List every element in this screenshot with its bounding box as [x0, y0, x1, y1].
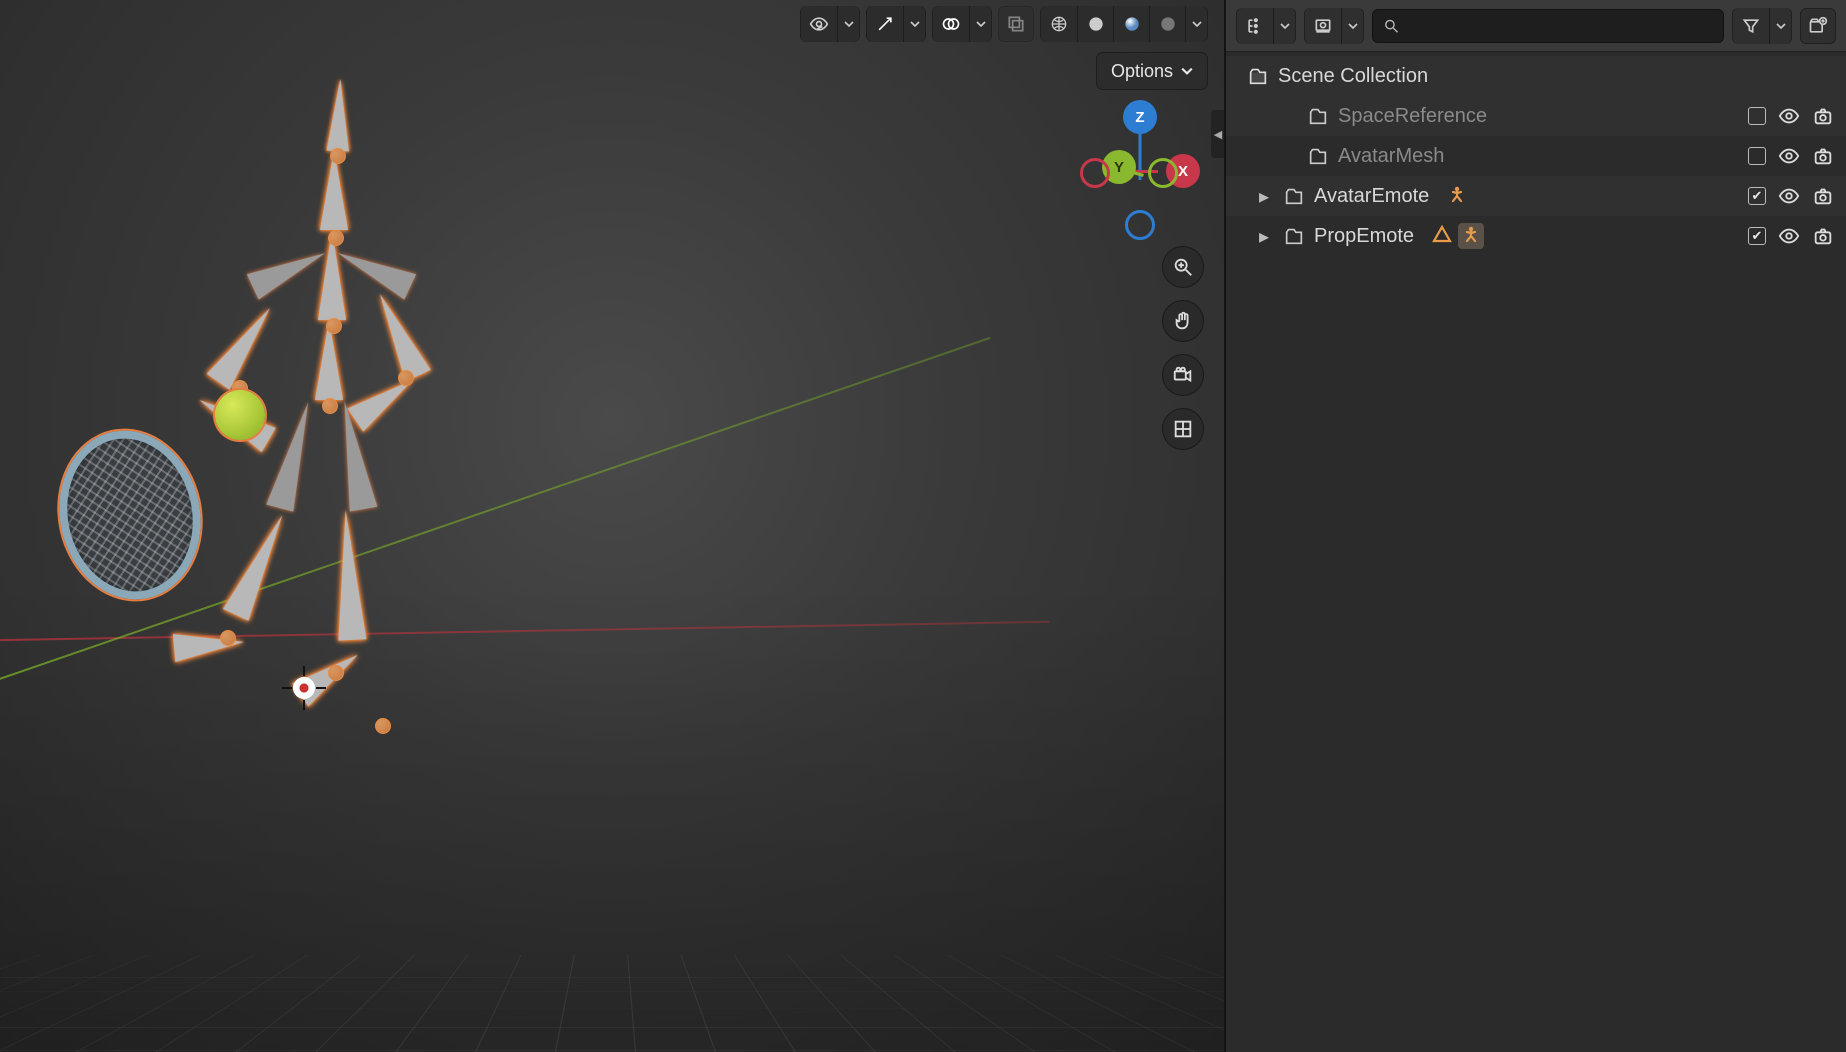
visibility-toggle[interactable] — [1778, 145, 1800, 167]
collection-icon — [1282, 185, 1306, 207]
disclosure-triangle[interactable]: ▸ — [1254, 184, 1274, 209]
gizmo-axis-neg-y[interactable] — [1148, 158, 1178, 188]
outliner-item-row[interactable]: SpaceReference — [1226, 96, 1846, 136]
shading-wireframe-button[interactable] — [1041, 6, 1077, 42]
outliner-panel: Scene Collection SpaceReference AvatarMes… — [1224, 0, 1846, 1052]
gizmo-axis-neg-z[interactable] — [1125, 210, 1155, 240]
outliner-view-dropdown[interactable] — [1341, 8, 1363, 44]
collection-icon — [1306, 145, 1330, 167]
gizmo-toggle-button[interactable] — [867, 6, 903, 42]
outliner-root-label: Scene Collection — [1278, 65, 1428, 88]
viewport-options-button[interactable]: Options — [1096, 52, 1208, 90]
object-type-icons — [1445, 184, 1469, 208]
disclosure-triangle[interactable]: ▸ — [1254, 224, 1274, 249]
visibility-toggle[interactable] — [1778, 225, 1800, 247]
outliner-item-row[interactable]: ▸ AvatarEmote — [1226, 176, 1846, 216]
render-toggle[interactable] — [1812, 145, 1834, 167]
outliner-item-label: PropEmote — [1314, 225, 1414, 248]
options-label: Options — [1111, 61, 1173, 82]
shading-mode-group — [1040, 6, 1208, 42]
outliner-item-label: AvatarEmote — [1314, 185, 1429, 208]
render-toggle[interactable] — [1812, 225, 1834, 247]
shading-material-button[interactable] — [1113, 6, 1149, 42]
outliner-filter-button[interactable] — [1733, 8, 1769, 44]
armature-icon — [1458, 223, 1484, 249]
armature-icon — [1445, 184, 1469, 208]
collection-icon — [1246, 65, 1270, 87]
outliner-search[interactable] — [1372, 9, 1724, 43]
outliner-root-row[interactable]: Scene Collection — [1226, 56, 1846, 96]
outliner-tree[interactable]: Scene Collection SpaceReference AvatarMes… — [1226, 52, 1846, 1052]
outliner-filter-dropdown[interactable] — [1769, 8, 1791, 44]
3d-cursor[interactable] — [284, 668, 324, 708]
exclude-checkbox[interactable] — [1748, 187, 1766, 205]
exclude-checkbox[interactable] — [1748, 147, 1766, 165]
gizmo-axis-z[interactable]: Z — [1123, 100, 1157, 134]
render-toggle[interactable] — [1812, 185, 1834, 207]
perspective-grid-button[interactable] — [1162, 408, 1204, 450]
collection-icon — [1306, 105, 1330, 127]
zoom-tool-button[interactable] — [1162, 246, 1204, 288]
exclude-checkbox[interactable] — [1748, 227, 1766, 245]
navigation-gizmo[interactable]: Z Y X — [1080, 100, 1200, 240]
render-toggle[interactable] — [1812, 105, 1834, 127]
outliner-search-input[interactable] — [1408, 17, 1713, 35]
overlays-toggle-button[interactable] — [933, 6, 969, 42]
select-visibility-dropdown[interactable] — [837, 6, 859, 42]
visibility-toggle[interactable] — [1778, 105, 1800, 127]
gizmo-dropdown[interactable] — [903, 6, 925, 42]
select-visibility-button[interactable] — [801, 6, 837, 42]
outliner-view-button[interactable] — [1305, 8, 1341, 44]
shading-dropdown[interactable] — [1185, 6, 1207, 42]
gizmo-axis-neg-x[interactable] — [1080, 158, 1110, 188]
viewport-side-tools — [1162, 246, 1204, 450]
pan-tool-button[interactable] — [1162, 300, 1204, 342]
exclude-checkbox[interactable] — [1748, 107, 1766, 125]
prop-tennis-ball[interactable] — [215, 390, 265, 440]
outliner-item-label: SpaceReference — [1338, 105, 1487, 128]
xray-toggle-button[interactable] — [998, 6, 1034, 42]
sidebar-toggle-handle[interactable]: ◀ — [1211, 110, 1224, 158]
outliner-display-mode-button[interactable] — [1237, 8, 1273, 44]
mesh-icon — [1430, 223, 1454, 249]
outliner-item-row[interactable]: AvatarMesh — [1226, 136, 1846, 176]
overlays-dropdown[interactable] — [969, 6, 991, 42]
shading-rendered-button[interactable] — [1149, 6, 1185, 42]
search-icon — [1383, 17, 1400, 35]
outliner-display-mode-dropdown[interactable] — [1273, 8, 1295, 44]
viewport-grid — [0, 954, 1224, 1052]
shading-solid-button[interactable] — [1077, 6, 1113, 42]
outliner-item-label: AvatarMesh — [1338, 145, 1444, 168]
viewport-header — [800, 6, 1208, 42]
visibility-toggle[interactable] — [1778, 185, 1800, 207]
camera-view-button[interactable] — [1162, 354, 1204, 396]
3d-viewport[interactable]: Options Z Y X ◀ — [0, 0, 1224, 1052]
object-type-icons — [1430, 223, 1484, 249]
collection-icon — [1282, 225, 1306, 247]
new-collection-button[interactable] — [1800, 8, 1836, 44]
outliner-item-row[interactable]: ▸ PropEmote — [1226, 216, 1846, 256]
outliner-header — [1226, 0, 1846, 52]
